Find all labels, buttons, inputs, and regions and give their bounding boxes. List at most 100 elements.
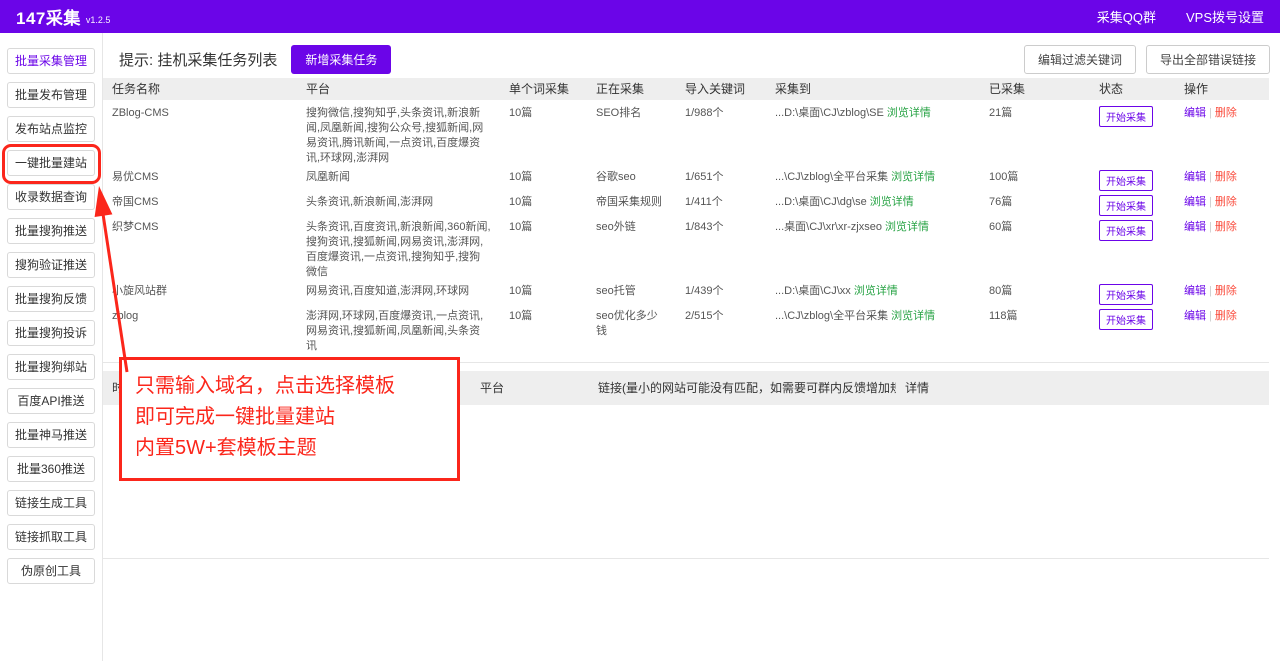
edit-link[interactable]: 编辑 [1184, 310, 1206, 322]
start-collect-button[interactable]: 开始采集 [1099, 284, 1153, 305]
browse-details-link[interactable]: 浏览详情 [891, 310, 935, 322]
save-path: ...\CJ\zblog\全平台采集 [775, 310, 888, 322]
ops-separator: | [1209, 285, 1212, 297]
app-window: 147采集 v1.2.5 采集QQ群 VPS拨号设置 批量采集管理 批量发布管理… [0, 0, 1280, 661]
task-name-cell: ZBlog-CMS [103, 100, 297, 168]
ops-cell: 编辑|删除 [1175, 193, 1269, 218]
edit-link[interactable]: 编辑 [1184, 285, 1206, 297]
browse-details-link[interactable]: 浏览详情 [885, 221, 929, 233]
col-per-keyword: 单个词采集 [500, 78, 587, 100]
ops-cell: 编辑|删除 [1175, 218, 1269, 282]
edit-filter-keywords-button[interactable]: 编辑过滤关键词 [1024, 45, 1136, 74]
annotation-callout: 只需输入域名，点击选择模板 即可完成一键批量建站 内置5W+套模板主题 [119, 357, 460, 481]
delete-link[interactable]: 删除 [1215, 285, 1237, 297]
delete-link[interactable]: 删除 [1215, 221, 1237, 233]
ops-separator: | [1209, 221, 1212, 233]
sidebar-item-sogou-push[interactable]: 批量搜狗推送 [7, 218, 95, 244]
task-name-cell: 小旋风站群 [103, 282, 297, 307]
task-name-cell: zblog [103, 307, 297, 363]
sidebar-item-batch-publish[interactable]: 批量发布管理 [7, 82, 95, 108]
delete-link[interactable]: 删除 [1215, 171, 1237, 183]
keywords-cell: 1/439个 [676, 282, 766, 307]
save-path: ...D:\桌面\CJ\dg\se [775, 196, 867, 208]
browse-details-link[interactable]: 浏览详情 [870, 196, 914, 208]
annotation-line: 内置5W+套模板主题 [135, 433, 451, 464]
edit-link[interactable]: 编辑 [1184, 107, 1206, 119]
task-name-cell: 易优CMS [103, 168, 297, 193]
ops-cell: 编辑|删除 [1175, 100, 1269, 168]
col-collected: 已采集 [980, 78, 1090, 100]
sidebar-item-sogou-complaint[interactable]: 批量搜狗投诉 [7, 320, 95, 346]
status-cell: 开始采集 [1090, 218, 1175, 282]
status-cell: 开始采集 [1090, 307, 1175, 363]
save-path-cell: ...D:\桌面\CJ\xx 浏览详情 [766, 282, 980, 307]
sidebar-item-baidu-api[interactable]: 百度API推送 [7, 388, 95, 414]
start-collect-button[interactable]: 开始采集 [1099, 170, 1153, 191]
add-task-button[interactable]: 新增采集任务 [291, 45, 391, 74]
start-collect-button[interactable]: 开始采集 [1099, 106, 1153, 127]
edit-link[interactable]: 编辑 [1184, 221, 1206, 233]
col-detail: 详情 [896, 371, 1269, 405]
browse-details-link[interactable]: 浏览详情 [854, 285, 898, 297]
tasks-table: 任务名称 平台 单个词采集 正在采集 导入关键词 采集到 已采集 状态 操作 Z… [103, 78, 1269, 363]
start-collect-button[interactable]: 开始采集 [1099, 195, 1153, 216]
save-path-cell: ...D:\桌面\CJ\dg\se 浏览详情 [766, 193, 980, 218]
page-title: 提示: 挂机采集任务列表 [119, 49, 277, 70]
collecting-cell: seo托管 [587, 282, 676, 307]
sidebar-item-one-key-site[interactable]: 一键批量建站 [7, 150, 95, 176]
export-error-links-button[interactable]: 导出全部错误链接 [1146, 45, 1270, 74]
ops-cell: 编辑|删除 [1175, 168, 1269, 193]
sidebar-item-360-push[interactable]: 批量360推送 [7, 456, 95, 482]
collected-cell: 60篇 [980, 218, 1090, 282]
save-path-cell: ...\CJ\zblog\全平台采集 浏览详情 [766, 168, 980, 193]
col-save-path: 采集到 [766, 78, 980, 100]
delete-link[interactable]: 删除 [1215, 310, 1237, 322]
task-row: zblog 澎湃网,环球网,百度爆资讯,一点资讯,网易资讯,搜狐新闻,凤凰新闻,… [103, 307, 1269, 363]
sidebar-item-link-grab[interactable]: 链接抓取工具 [7, 524, 95, 550]
start-collect-button[interactable]: 开始采集 [1099, 309, 1153, 330]
ops-separator: | [1209, 310, 1212, 322]
delete-link[interactable]: 删除 [1215, 196, 1237, 208]
col-collecting: 正在采集 [587, 78, 676, 100]
sidebar-item-site-monitor[interactable]: 发布站点监控 [7, 116, 95, 142]
collecting-cell: 帝国采集规则 [587, 193, 676, 218]
edit-link[interactable]: 编辑 [1184, 196, 1206, 208]
per-keyword-cell: 10篇 [500, 100, 587, 168]
collecting-cell: seo优化多少钱 [587, 307, 676, 363]
task-row: 小旋风站群 网易资讯,百度知道,澎湃网,环球网 10篇 seo托管 1/439个… [103, 282, 1269, 307]
start-collect-button[interactable]: 开始采集 [1099, 220, 1153, 241]
per-keyword-cell: 10篇 [500, 168, 587, 193]
status-cell: 开始采集 [1090, 168, 1175, 193]
sidebar-item-sogou-bind[interactable]: 批量搜狗绑站 [7, 354, 95, 380]
save-path-cell: ...D:\桌面\CJ\zblog\SE 浏览详情 [766, 100, 980, 168]
layout: 批量采集管理 批量发布管理 发布站点监控 一键批量建站 收录数据查询 批量搜狗推… [0, 33, 1280, 661]
sidebar-item-sogou-feedback[interactable]: 批量搜狗反馈 [7, 286, 95, 312]
qq-group-link[interactable]: 采集QQ群 [1097, 7, 1156, 26]
browse-details-link[interactable]: 浏览详情 [887, 107, 931, 119]
edit-link[interactable]: 编辑 [1184, 171, 1206, 183]
sidebar-item-batch-collect[interactable]: 批量采集管理 [7, 48, 95, 74]
delete-link[interactable]: 删除 [1215, 107, 1237, 119]
keywords-cell: 1/411个 [676, 193, 766, 218]
col-status: 状态 [1090, 78, 1175, 100]
tasks-header-row: 任务名称 平台 单个词采集 正在采集 导入关键词 采集到 已采集 状态 操作 [103, 78, 1269, 100]
sidebar-item-link-generate[interactable]: 链接生成工具 [7, 490, 95, 516]
save-path: ...D:\桌面\CJ\xx [775, 285, 851, 297]
sidebar: 批量采集管理 批量发布管理 发布站点监控 一键批量建站 收录数据查询 批量搜狗推… [0, 33, 103, 661]
status-cell: 开始采集 [1090, 100, 1175, 168]
sidebar-item-sogou-verify[interactable]: 搜狗验证推送 [7, 252, 95, 278]
per-keyword-cell: 10篇 [500, 193, 587, 218]
ops-separator: | [1209, 171, 1212, 183]
sidebar-item-index-query[interactable]: 收录数据查询 [7, 184, 95, 210]
platform-cell: 凤凰新闻 [297, 168, 500, 193]
browse-details-link[interactable]: 浏览详情 [891, 171, 935, 183]
vps-settings-link[interactable]: VPS拨号设置 [1186, 7, 1264, 26]
annotation-line: 只需输入域名，点击选择模板 [135, 371, 451, 402]
status-cell: 开始采集 [1090, 193, 1175, 218]
sidebar-item-shenma-push[interactable]: 批量神马推送 [7, 422, 95, 448]
sidebar-item-pseudo-original[interactable]: 伪原创工具 [7, 558, 95, 584]
main-content: 提示: 挂机采集任务列表 新增采集任务 编辑过滤关键词 导出全部错误链接 任务名… [103, 33, 1280, 661]
col-platform: 平台 [297, 78, 500, 100]
toolbar-right: 编辑过滤关键词 导出全部错误链接 [1024, 45, 1270, 74]
save-path: ...\CJ\zblog\全平台采集 [775, 171, 888, 183]
